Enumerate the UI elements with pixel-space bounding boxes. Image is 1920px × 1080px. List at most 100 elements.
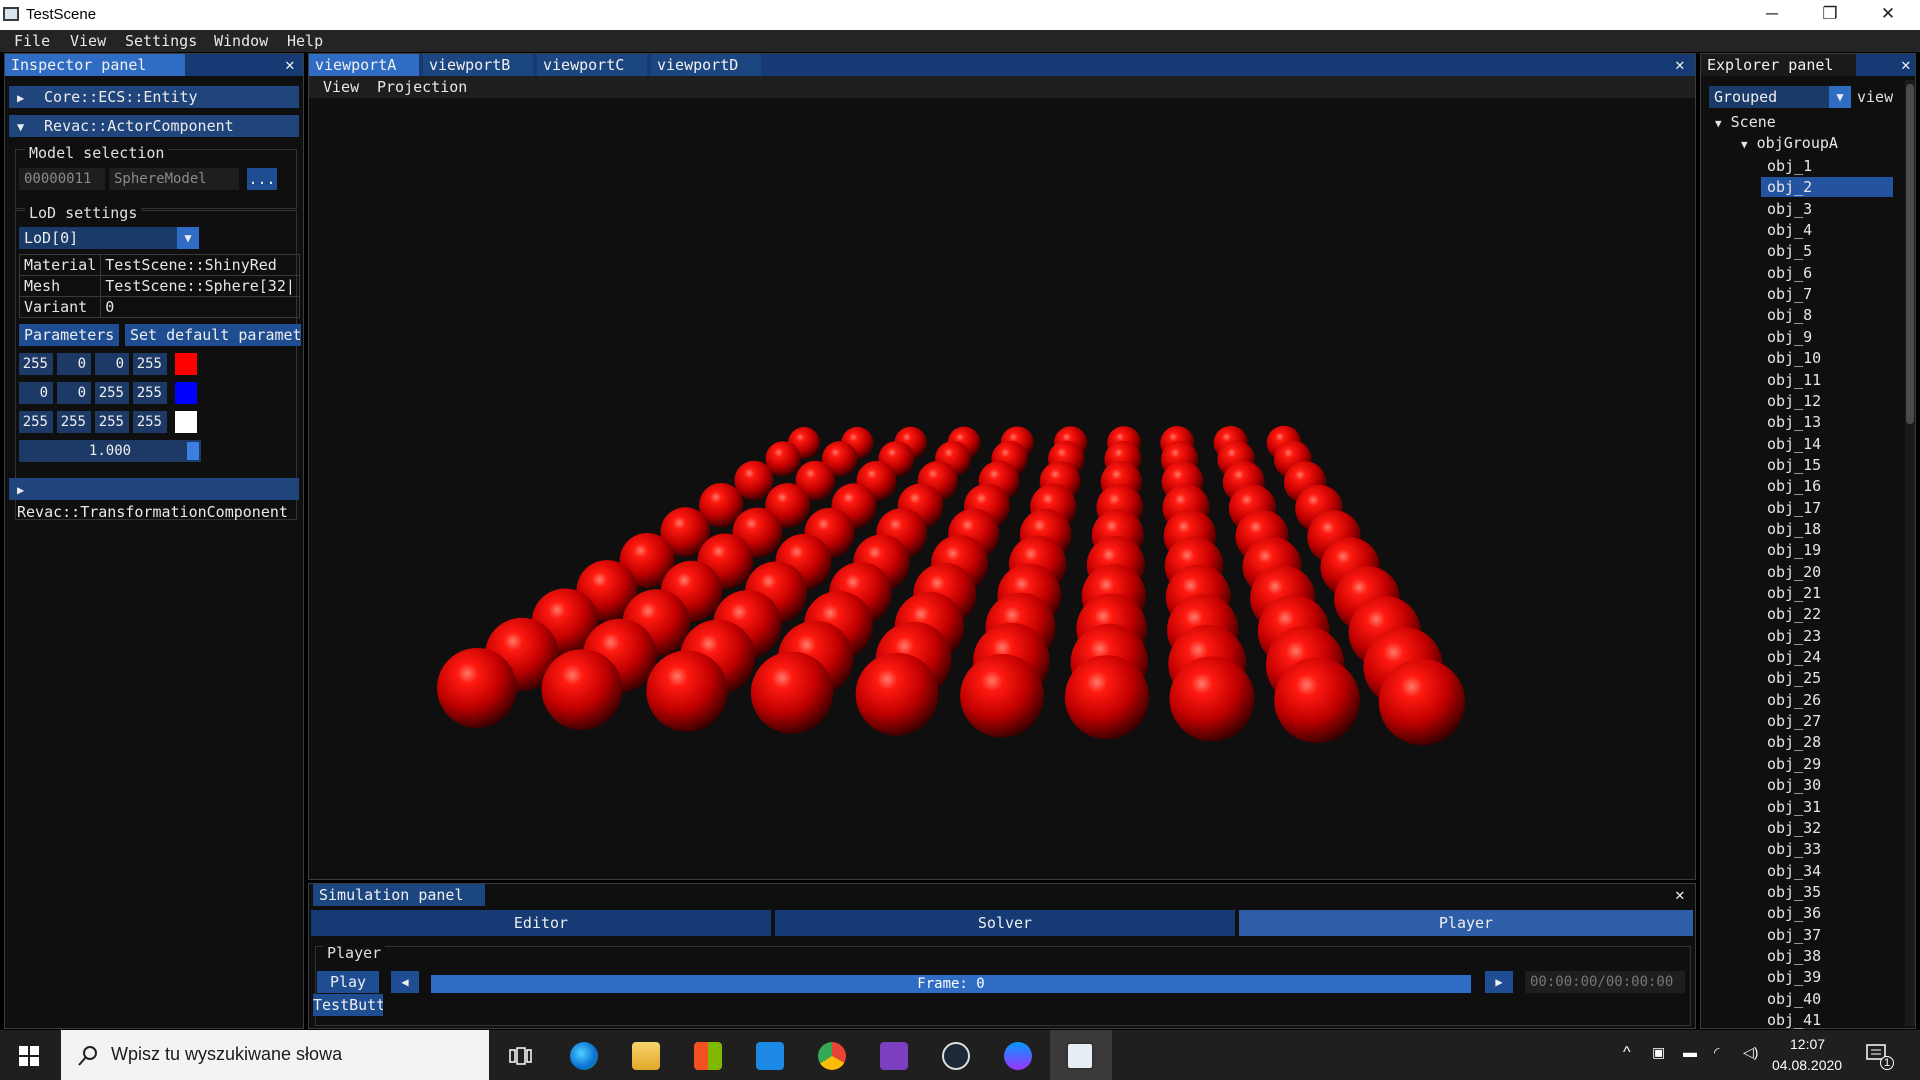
file-explorer-icon[interactable]	[632, 1042, 660, 1070]
list-item[interactable]: obj_29	[1767, 754, 1821, 774]
tree-node-scene[interactable]: ▼ Scene	[1715, 112, 1776, 132]
list-item[interactable]: obj_12	[1767, 391, 1821, 411]
list-item[interactable]: obj_19	[1767, 540, 1821, 560]
volume-icon[interactable]: ◁)	[1743, 1044, 1758, 1061]
list-item[interactable]: obj_20	[1767, 562, 1821, 582]
color-g-field[interactable]: 0	[57, 353, 91, 375]
list-item[interactable]: obj_8	[1767, 305, 1812, 325]
clock-date[interactable]: 04.08.2020	[1772, 1057, 1842, 1073]
chrome-icon[interactable]	[818, 1042, 846, 1070]
color-swatch[interactable]	[175, 411, 197, 433]
slider-handle[interactable]	[187, 442, 199, 460]
edge-icon[interactable]	[570, 1042, 598, 1070]
list-item[interactable]: obj_30	[1767, 775, 1821, 795]
list-item[interactable]: obj_10	[1767, 348, 1821, 368]
list-item[interactable]: obj_39	[1767, 967, 1821, 987]
store-icon[interactable]	[694, 1042, 722, 1070]
steam-icon[interactable]	[942, 1042, 970, 1070]
list-item[interactable]: obj_14	[1767, 434, 1821, 454]
clock-time[interactable]: 12:07	[1790, 1036, 1825, 1052]
close-icon[interactable]: ✕	[1675, 55, 1685, 74]
color-b-field[interactable]: 255	[95, 411, 129, 433]
list-item[interactable]: obj_1	[1767, 156, 1812, 176]
battery-icon[interactable]: ▬	[1683, 1044, 1697, 1060]
tab-viewport-c[interactable]: viewportC	[537, 54, 647, 76]
list-item[interactable]: obj_16	[1767, 476, 1821, 496]
tab-solver[interactable]: Solver	[775, 910, 1235, 936]
scrollbar-thumb[interactable]	[1906, 84, 1914, 424]
prev-frame-button[interactable]: ◀	[391, 971, 419, 993]
list-item[interactable]: obj_25	[1767, 668, 1821, 688]
minimize-button[interactable]: ─	[1743, 0, 1801, 30]
messenger-icon[interactable]	[1004, 1042, 1032, 1070]
tab-player[interactable]: Player	[1239, 910, 1693, 936]
list-item[interactable]: obj_17	[1767, 498, 1821, 518]
task-view-icon[interactable]	[508, 1044, 532, 1068]
viewport-menu-view[interactable]: View	[323, 78, 359, 96]
menu-settings[interactable]: Settings	[125, 32, 197, 50]
windows-start-icon[interactable]	[19, 1046, 39, 1066]
menu-view[interactable]: View	[70, 32, 106, 50]
test-button[interactable]: TestButt	[313, 994, 383, 1016]
browse-model-button[interactable]: ...	[247, 168, 277, 190]
parameters-button[interactable]: Parameters	[19, 324, 119, 346]
color-b-field[interactable]: 255	[95, 382, 129, 404]
list-item[interactable]: obj_3	[1767, 199, 1812, 219]
list-item[interactable]: obj_5	[1767, 241, 1812, 261]
list-item[interactable]: obj_28	[1767, 732, 1821, 752]
list-item[interactable]: obj_34	[1767, 861, 1821, 881]
restore-button[interactable]: ❐	[1801, 0, 1859, 30]
model-id-field[interactable]: 00000011	[19, 168, 105, 190]
viewport-canvas[interactable]	[309, 98, 1695, 878]
actor-component-header[interactable]: ▼ Revac::ActorComponent	[9, 115, 299, 137]
frame-progress[interactable]: Frame: 0	[431, 975, 1471, 993]
color-g-field[interactable]: 255	[57, 411, 91, 433]
taskbar-search[interactable]: Wpisz tu wyszukiwane słowa	[61, 1030, 489, 1080]
mail-icon[interactable]	[756, 1042, 784, 1070]
menu-help[interactable]: Help	[287, 32, 323, 50]
list-item[interactable]: obj_4	[1767, 220, 1812, 240]
menu-file[interactable]: File	[14, 32, 50, 50]
list-item[interactable]: obj_23	[1767, 626, 1821, 646]
color-a-field[interactable]: 255	[133, 411, 167, 433]
explorer-scrollbar[interactable]	[1905, 80, 1915, 1026]
list-item[interactable]: obj_9	[1767, 327, 1812, 347]
transform-component-header[interactable]: ▶ Revac::TransformationComponent	[9, 478, 299, 521]
list-item[interactable]: obj_2	[1761, 177, 1893, 198]
color-r-field[interactable]: 255	[19, 411, 53, 433]
list-item[interactable]: obj_31	[1767, 797, 1821, 817]
list-item[interactable]: obj_32	[1767, 818, 1821, 838]
next-frame-button[interactable]: ▶	[1485, 971, 1513, 993]
play-button[interactable]: Play	[317, 971, 379, 993]
chevron-up-icon[interactable]: ^	[1623, 1044, 1631, 1062]
entity-header[interactable]: ▶ Core::ECS::Entity	[9, 86, 299, 108]
color-b-field[interactable]: 0	[95, 353, 129, 375]
list-item[interactable]: obj_11	[1767, 370, 1821, 390]
testscene-taskbar-button[interactable]	[1050, 1030, 1112, 1080]
close-window-button[interactable]: ✕	[1859, 0, 1917, 30]
viewport-menu-projection[interactable]: Projection	[377, 78, 467, 96]
list-item[interactable]: obj_35	[1767, 882, 1821, 902]
color-swatch[interactable]	[175, 382, 197, 404]
color-r-field[interactable]: 255	[19, 353, 53, 375]
color-r-field[interactable]: 0	[19, 382, 53, 404]
tab-explorer[interactable]: Explorer panel	[1701, 54, 1856, 76]
list-item[interactable]: obj_15	[1767, 455, 1821, 475]
close-icon[interactable]: ✕	[285, 55, 295, 74]
list-item[interactable]: obj_21	[1767, 583, 1821, 603]
tab-editor[interactable]: Editor	[311, 910, 771, 936]
list-item[interactable]: obj_6	[1767, 263, 1812, 283]
color-swatch[interactable]	[175, 353, 197, 375]
list-item[interactable]: obj_40	[1767, 989, 1821, 1009]
lod-select[interactable]: LoD[0] ▼	[19, 227, 199, 249]
list-item[interactable]: obj_41	[1767, 1010, 1821, 1030]
color-a-field[interactable]: 255	[133, 382, 167, 404]
tab-viewport-d[interactable]: viewportD	[651, 54, 761, 76]
tab-simulation[interactable]: Simulation panel	[313, 884, 485, 906]
list-item[interactable]: obj_18	[1767, 519, 1821, 539]
tree-node-group[interactable]: ▼ objGroupA	[1741, 133, 1838, 153]
intensity-slider[interactable]: 1.000	[19, 440, 201, 462]
tab-inspector[interactable]: Inspector panel	[5, 54, 185, 76]
list-item[interactable]: obj_22	[1767, 604, 1821, 624]
list-item[interactable]: obj_36	[1767, 903, 1821, 923]
